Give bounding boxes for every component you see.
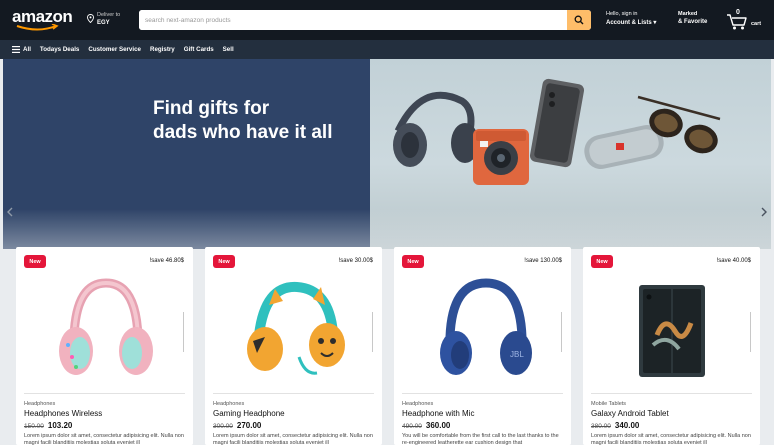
product-name[interactable]: Headphone with Mic (402, 409, 474, 418)
nav-item-gift-cards[interactable]: Gift Cards (184, 46, 214, 53)
search-input[interactable] (139, 10, 567, 30)
kids-headphones-image (247, 281, 345, 375)
product-name[interactable]: Gaming Headphone (213, 409, 285, 418)
new-badge: New (591, 255, 613, 268)
account-lists: Account & Lists ▾ (606, 19, 666, 26)
smile-arrow-icon (16, 24, 59, 31)
deliver-label: Deliver to (97, 12, 121, 18)
favorites-line1: Marked (678, 11, 698, 17)
card-scrollbar[interactable] (750, 312, 751, 352)
product-card[interactable]: New !save 46.80$ Headphones Headphones W… (16, 247, 193, 445)
old-price: 380.00 (591, 423, 611, 430)
save-amount: !save 40.00$ (716, 258, 751, 264)
menu-icon (12, 46, 20, 53)
nav-item-todays-deals[interactable]: Todays Deals (40, 46, 79, 53)
deliver-country: EGY (97, 20, 110, 26)
top-header: amazon Deliver to EGY Hello, sign in Acc… (0, 0, 774, 40)
product-price: 380.00 340.00 (591, 421, 639, 430)
svg-text:JBL: JBL (510, 350, 524, 359)
hero-camera (473, 129, 529, 185)
hero-headphones (393, 91, 479, 167)
nav-item-registry[interactable]: Registry (150, 46, 175, 53)
hero-title-line1: Find gifts for (153, 98, 270, 119)
product-category: Headphones (213, 401, 245, 407)
save-amount: !save 130.00$ (524, 258, 562, 264)
cart-button[interactable]: 0 cart (726, 9, 770, 33)
product-description: Lorem ipsum dolor sit amet, consectetur … (591, 433, 751, 445)
search-button[interactable] (567, 10, 591, 30)
new-badge: New (402, 255, 424, 268)
current-price: 270.00 (236, 421, 262, 430)
nav-item-sell[interactable]: Sell (223, 46, 234, 53)
current-price: 103.20 (47, 421, 73, 430)
cart-label: cart (751, 21, 762, 27)
hero-title-line2: dads who have it all (153, 122, 333, 143)
product-category: Headphones (24, 401, 56, 407)
old-price: 490.00 (402, 423, 422, 430)
old-price: 300.00 (213, 423, 233, 430)
nav-strip: All Todays Deals Customer Service Regist… (0, 40, 774, 59)
card-scrollbar[interactable] (561, 312, 562, 352)
deliver-to[interactable]: Deliver to EGY (87, 12, 133, 30)
product-name[interactable]: Galaxy Android Tablet (591, 409, 669, 418)
card-divider (591, 393, 752, 394)
cart-icon (727, 14, 747, 30)
amazon-logo[interactable]: amazon (12, 7, 74, 33)
chevron-right-icon[interactable] (761, 207, 767, 217)
card-divider (402, 393, 563, 394)
save-amount: !save 30.00$ (338, 258, 373, 264)
card-scrollbar[interactable] (183, 312, 184, 352)
account-greeting: Hello, sign in (606, 11, 638, 17)
save-amount: !save 46.80$ (149, 258, 184, 264)
hero-phone (529, 78, 585, 168)
product-card[interactable]: New !save 40.00$ Mobile Tablets Galaxy A… (583, 247, 760, 445)
favorites-line2: & Favorite (678, 19, 708, 25)
nav-item-customer-service[interactable]: Customer Service (88, 46, 141, 53)
new-badge: New (213, 255, 235, 268)
foldable-phone-image (639, 285, 705, 377)
product-description: Lorem ipsum dolor sit amet, consectetur … (24, 433, 184, 445)
chevron-left-icon[interactable] (7, 207, 13, 217)
current-price: 340.00 (614, 421, 640, 430)
nav-item-all[interactable]: All (12, 46, 31, 53)
nav-label: All (23, 46, 31, 53)
blue-headphones-image: JBL (440, 278, 532, 375)
new-badge: New (24, 255, 46, 268)
hero-title: Find gifts for dads who have it all (153, 97, 333, 145)
favorites-link[interactable]: Marked & Favorite (678, 11, 718, 31)
product-description: You will be comfortable from the first c… (402, 433, 559, 445)
product-category: Headphones (402, 401, 434, 407)
caret-down-icon: ▾ (653, 20, 657, 26)
location-pin-icon (87, 14, 94, 23)
account-lists-label: Account & Lists (606, 20, 652, 26)
product-name[interactable]: Headphones Wireless (24, 409, 102, 418)
product-description: Lorem ipsum dolor sit amet, consectetur … (213, 433, 373, 445)
search-bar (139, 10, 591, 30)
current-price: 360.00 (425, 421, 451, 430)
card-divider (213, 393, 374, 394)
product-price: 150.00 103.20 (24, 421, 72, 430)
search-icon (574, 15, 584, 25)
product-category: Mobile Tablets (591, 401, 627, 407)
product-card[interactable]: New !save 30.00$ Headphones Gaming Headp… (205, 247, 382, 445)
card-scrollbar[interactable] (372, 312, 373, 352)
card-divider (24, 393, 185, 394)
account-menu[interactable]: Hello, sign in Account & Lists ▾ (606, 11, 666, 31)
product-price: 490.00 360.00 (402, 421, 450, 430)
pink-headphones-image (59, 278, 153, 375)
old-price: 150.00 (24, 423, 44, 430)
product-card[interactable]: New !save 130.00$ JBL Headphones Headpho… (394, 247, 571, 445)
product-price: 300.00 270.00 (213, 421, 261, 430)
